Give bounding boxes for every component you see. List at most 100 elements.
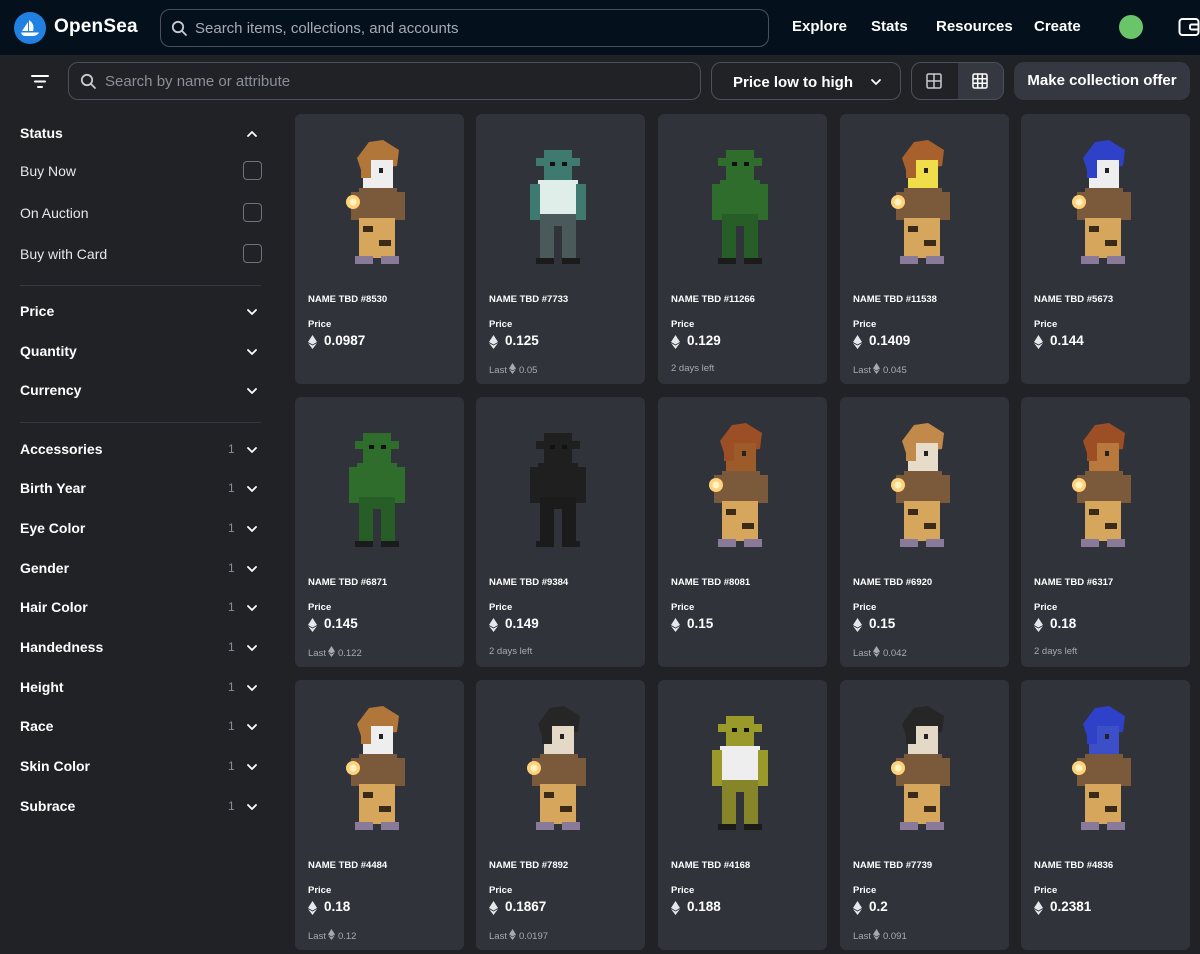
status-option-buy-now[interactable]: Buy Now xyxy=(20,159,262,183)
trait-name: Skin Color xyxy=(20,758,91,774)
eth-icon xyxy=(508,929,516,940)
chevron-down-icon xyxy=(247,526,257,532)
global-search-input[interactable] xyxy=(195,10,755,46)
status-filter-header[interactable]: Status xyxy=(20,121,261,145)
item-price: 0.18 xyxy=(324,899,351,914)
trait-name: Subrace xyxy=(20,798,76,814)
small-grid-view-button[interactable] xyxy=(958,63,1003,99)
status-filter-title: Status xyxy=(20,125,63,141)
item-price: 0.125 xyxy=(505,333,539,348)
nav-explore[interactable]: Explore xyxy=(792,18,847,35)
eth-icon xyxy=(489,618,498,632)
sidebar-divider xyxy=(20,285,261,286)
trait-filter-birth-year[interactable]: Birth Year 1 xyxy=(20,476,261,500)
global-search-box[interactable] xyxy=(160,9,769,47)
large-grid-view-button[interactable] xyxy=(912,63,958,99)
item-name: NAME TBD #4836 xyxy=(1034,860,1114,871)
nav-create[interactable]: Create xyxy=(1034,18,1081,35)
nft-card[interactable]: NAME TBD #7739 Price 0.2 Last 0.091 xyxy=(840,680,1009,950)
buy-with-card-checkbox[interactable] xyxy=(243,244,262,263)
nft-card[interactable]: NAME TBD #11538 Price 0.1409 Last 0.045 xyxy=(840,114,1009,384)
nft-card[interactable]: NAME TBD #4484 Price 0.18 Last 0.12 xyxy=(295,680,464,950)
nft-card[interactable]: NAME TBD #8081 Price 0.15 xyxy=(658,397,827,667)
item-footer: Last 0.045 xyxy=(853,363,907,376)
eth-icon xyxy=(1034,901,1043,915)
on-auction-checkbox[interactable] xyxy=(243,203,262,222)
last-sale-price: 0.091 xyxy=(882,931,907,942)
nft-card[interactable]: NAME TBD #5673 Price 0.144 xyxy=(1021,114,1190,384)
chevron-down-icon xyxy=(247,349,257,355)
collection-search-input[interactable] xyxy=(105,63,685,99)
filter-toggle-icon[interactable] xyxy=(28,70,52,94)
item-footer: Last 0.05 xyxy=(489,363,537,376)
item-footer: Last 0.091 xyxy=(853,929,907,942)
nft-card[interactable]: NAME TBD #4836 Price 0.2381 xyxy=(1021,680,1190,950)
eth-icon xyxy=(853,618,862,632)
footer-label: Last xyxy=(853,365,871,376)
buy-now-checkbox[interactable] xyxy=(243,161,262,180)
nft-card[interactable]: NAME TBD #6920 Price 0.15 Last 0.042 xyxy=(840,397,1009,667)
filter-currency[interactable]: Currency xyxy=(20,378,261,402)
chevron-down-icon xyxy=(871,79,881,85)
nft-card[interactable]: NAME TBD #6317 Price 0.18 2 days left xyxy=(1021,397,1190,667)
trait-filter-hair-color[interactable]: Hair Color 1 xyxy=(20,595,261,619)
trait-name: Eye Color xyxy=(20,520,86,536)
nft-card[interactable]: NAME TBD #7892 Price 0.1867 Last 0.0197 xyxy=(476,680,645,950)
nft-image xyxy=(712,150,768,264)
trait-filter-handedness[interactable]: Handedness 1 xyxy=(20,635,261,659)
chevron-down-icon xyxy=(247,309,257,315)
nft-image xyxy=(712,716,768,830)
chevron-down-icon xyxy=(247,804,257,810)
filter-quantity[interactable]: Quantity xyxy=(20,339,261,363)
nft-card[interactable]: NAME TBD #4168 Price 0.188 xyxy=(658,680,827,950)
eth-icon xyxy=(671,901,680,915)
trait-filter-gender[interactable]: Gender 1 xyxy=(20,556,261,580)
nft-card[interactable]: NAME TBD #9384 Price 0.149 2 days left xyxy=(476,397,645,667)
collection-search-box[interactable] xyxy=(68,62,701,100)
item-name: NAME TBD #11538 xyxy=(853,294,937,305)
item-name: NAME TBD #11266 xyxy=(671,294,755,305)
footer-label: 2 days left xyxy=(1034,646,1078,657)
trait-filter-height[interactable]: Height 1 xyxy=(20,675,261,699)
nft-card[interactable]: NAME TBD #6871 Price 0.145 Last 0.122 xyxy=(295,397,464,667)
footer-label: Last xyxy=(853,931,871,942)
eth-icon xyxy=(308,618,317,632)
opensea-logo-icon[interactable] xyxy=(14,12,46,44)
item-price: 0.18 xyxy=(1050,616,1077,631)
footer-label: Last xyxy=(308,931,326,942)
nft-card[interactable]: NAME TBD #11266 Price 0.129 2 days left xyxy=(658,114,827,384)
trait-count: 1 xyxy=(228,521,235,535)
trait-name: Handedness xyxy=(20,639,104,655)
nft-image xyxy=(530,433,586,547)
footer-label: Last xyxy=(489,931,507,942)
trait-filter-race[interactable]: Race 1 xyxy=(20,714,261,738)
nft-card[interactable]: NAME TBD #8530 Price 0.0987 xyxy=(295,114,464,384)
eth-icon xyxy=(508,363,516,374)
status-option-buy-with-card[interactable]: Buy with Card xyxy=(20,242,262,266)
nft-image xyxy=(891,423,950,547)
wallet-icon[interactable] xyxy=(1178,16,1200,38)
trait-filter-eye-color[interactable]: Eye Color 1 xyxy=(20,516,261,540)
item-price: 0.0987 xyxy=(324,333,366,348)
nft-card[interactable]: NAME TBD #7733 Price 0.125 Last 0.05 xyxy=(476,114,645,384)
nav-stats[interactable]: Stats xyxy=(871,18,908,35)
avatar[interactable] xyxy=(1119,15,1143,39)
price-label: Price xyxy=(853,602,877,613)
chevron-down-icon xyxy=(247,447,257,453)
last-sale-price: 0.0197 xyxy=(518,931,549,942)
trait-filter-subrace[interactable]: Subrace 1 xyxy=(20,794,261,818)
trait-filter-skin-color[interactable]: Skin Color 1 xyxy=(20,754,261,778)
item-footer: 2 days left xyxy=(1034,646,1077,657)
status-option-on-auction[interactable]: On Auction xyxy=(20,201,262,225)
small-grid-icon xyxy=(972,73,988,89)
item-name: NAME TBD #6920 xyxy=(853,577,933,588)
filter-price[interactable]: Price xyxy=(20,299,261,323)
sort-dropdown[interactable]: Price low to high xyxy=(711,62,901,100)
trait-filter-accessories[interactable]: Accessories 1 xyxy=(20,437,261,461)
item-price: 0.1867 xyxy=(505,899,547,914)
make-collection-offer-button[interactable]: Make collection offer xyxy=(1014,62,1190,100)
nav-resources[interactable]: Resources xyxy=(936,18,1013,35)
brand-name[interactable]: OpenSea xyxy=(54,16,138,38)
item-name: NAME TBD #7739 xyxy=(853,860,933,871)
chevron-up-icon xyxy=(247,131,257,137)
